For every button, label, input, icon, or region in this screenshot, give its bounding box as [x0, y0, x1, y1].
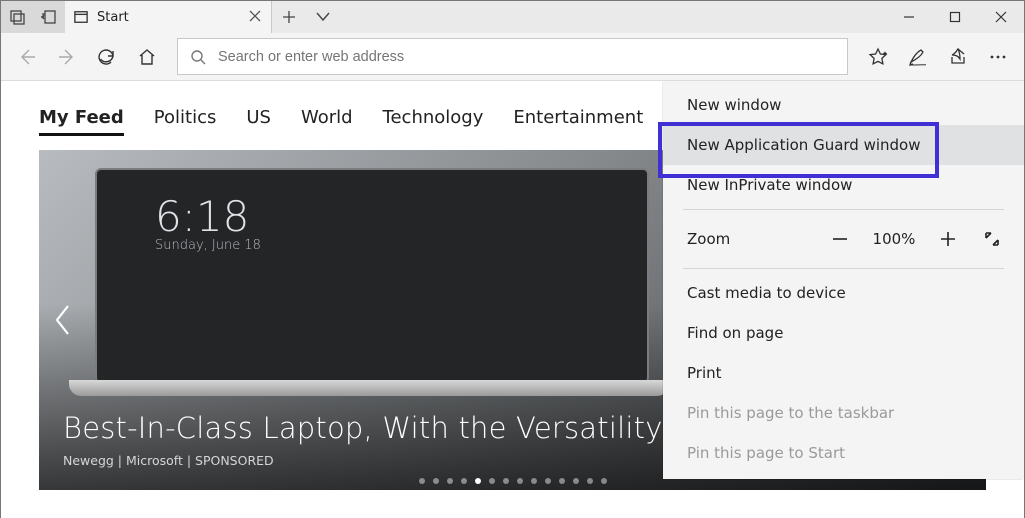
menu-print[interactable]: Print	[663, 353, 1024, 393]
tablist-aside	[1, 1, 65, 33]
show-aside-tabs-icon[interactable]	[33, 1, 63, 33]
hero-prev-button[interactable]	[45, 301, 83, 339]
set-aside-tabs-icon[interactable]	[3, 1, 33, 33]
menu-new-app-guard-window[interactable]: New Application Guard window	[663, 125, 1024, 165]
start-favicon-icon	[73, 9, 89, 25]
toolbar-right	[858, 37, 1018, 77]
device-date: Sunday, June 18	[155, 238, 261, 253]
menu-find[interactable]: Find on page	[663, 313, 1024, 353]
edge-window: Start	[0, 0, 1025, 518]
feed-tab-world[interactable]: World	[301, 107, 353, 136]
tab-close-icon[interactable]	[249, 10, 263, 24]
feed-tab-technology[interactable]: Technology	[383, 107, 484, 136]
maximize-button[interactable]	[932, 1, 978, 33]
menu-pin-start[interactable]: Pin this page to Start	[663, 433, 1024, 473]
feed-tab-my-feed[interactable]: My Feed	[39, 107, 124, 136]
zoom-label: Zoom	[687, 230, 814, 248]
tab-title: Start	[97, 10, 241, 25]
minimize-button[interactable]	[886, 1, 932, 33]
back-button[interactable]	[7, 37, 47, 77]
hero-dot[interactable]	[447, 478, 453, 484]
favorites-button[interactable]	[858, 37, 898, 77]
hero-dot[interactable]	[503, 478, 509, 484]
new-tab-button[interactable]	[272, 1, 306, 33]
menu-cast[interactable]: Cast media to device	[663, 273, 1024, 313]
hero-dot[interactable]	[587, 478, 593, 484]
hero-dot[interactable]	[489, 478, 495, 484]
share-button[interactable]	[938, 37, 978, 77]
hero-dot[interactable]	[545, 478, 551, 484]
tab-preview-toggle[interactable]	[306, 1, 340, 33]
hero-dot[interactable]	[517, 478, 523, 484]
hero-dot[interactable]	[573, 478, 579, 484]
feed-tab-us[interactable]: US	[246, 107, 271, 136]
more-button[interactable]	[978, 37, 1018, 77]
zoom-in-button[interactable]	[930, 223, 966, 255]
close-window-button[interactable]	[978, 1, 1024, 33]
tab-start[interactable]: Start	[65, 1, 272, 33]
home-button[interactable]	[127, 37, 167, 77]
hero-subline: Newegg | Microsoft | SPONSORED	[63, 453, 274, 468]
overflow-menu: New window New Application Guard window …	[663, 81, 1024, 479]
menu-pin-taskbar[interactable]: Pin this page to the taskbar	[663, 393, 1024, 433]
feed-tab-politics[interactable]: Politics	[154, 107, 217, 136]
address-bar[interactable]	[177, 38, 848, 75]
address-input[interactable]	[216, 48, 835, 66]
menu-separator	[683, 209, 1004, 210]
menu-new-window[interactable]: New window	[663, 85, 1024, 125]
hero-dot[interactable]	[601, 478, 607, 484]
hero-dot[interactable]	[461, 478, 467, 484]
hero-dot[interactable]	[419, 478, 425, 484]
zoom-value: 100%	[866, 230, 922, 248]
refresh-button[interactable]	[87, 37, 127, 77]
notes-button[interactable]	[898, 37, 938, 77]
forward-button[interactable]	[47, 37, 87, 77]
titlebar: Start	[1, 1, 1024, 33]
search-icon	[190, 49, 206, 65]
menu-new-inprivate-window[interactable]: New InPrivate window	[663, 165, 1024, 205]
device-time: 6:18	[155, 196, 261, 238]
hero-dot[interactable]	[559, 478, 565, 484]
hero-dot[interactable]	[531, 478, 537, 484]
nav-toolbar	[1, 33, 1024, 81]
tabs-extra	[272, 1, 340, 33]
hero-dot[interactable]	[433, 478, 439, 484]
window-controls	[886, 1, 1024, 33]
menu-separator	[683, 268, 1004, 269]
zoom-out-button[interactable]	[822, 223, 858, 255]
hero-dot[interactable]	[475, 478, 481, 484]
menu-zoom-row: Zoom 100%	[663, 214, 1024, 264]
feed-tab-entertainment[interactable]: Entertainment	[513, 107, 643, 136]
fullscreen-button[interactable]	[974, 223, 1010, 255]
